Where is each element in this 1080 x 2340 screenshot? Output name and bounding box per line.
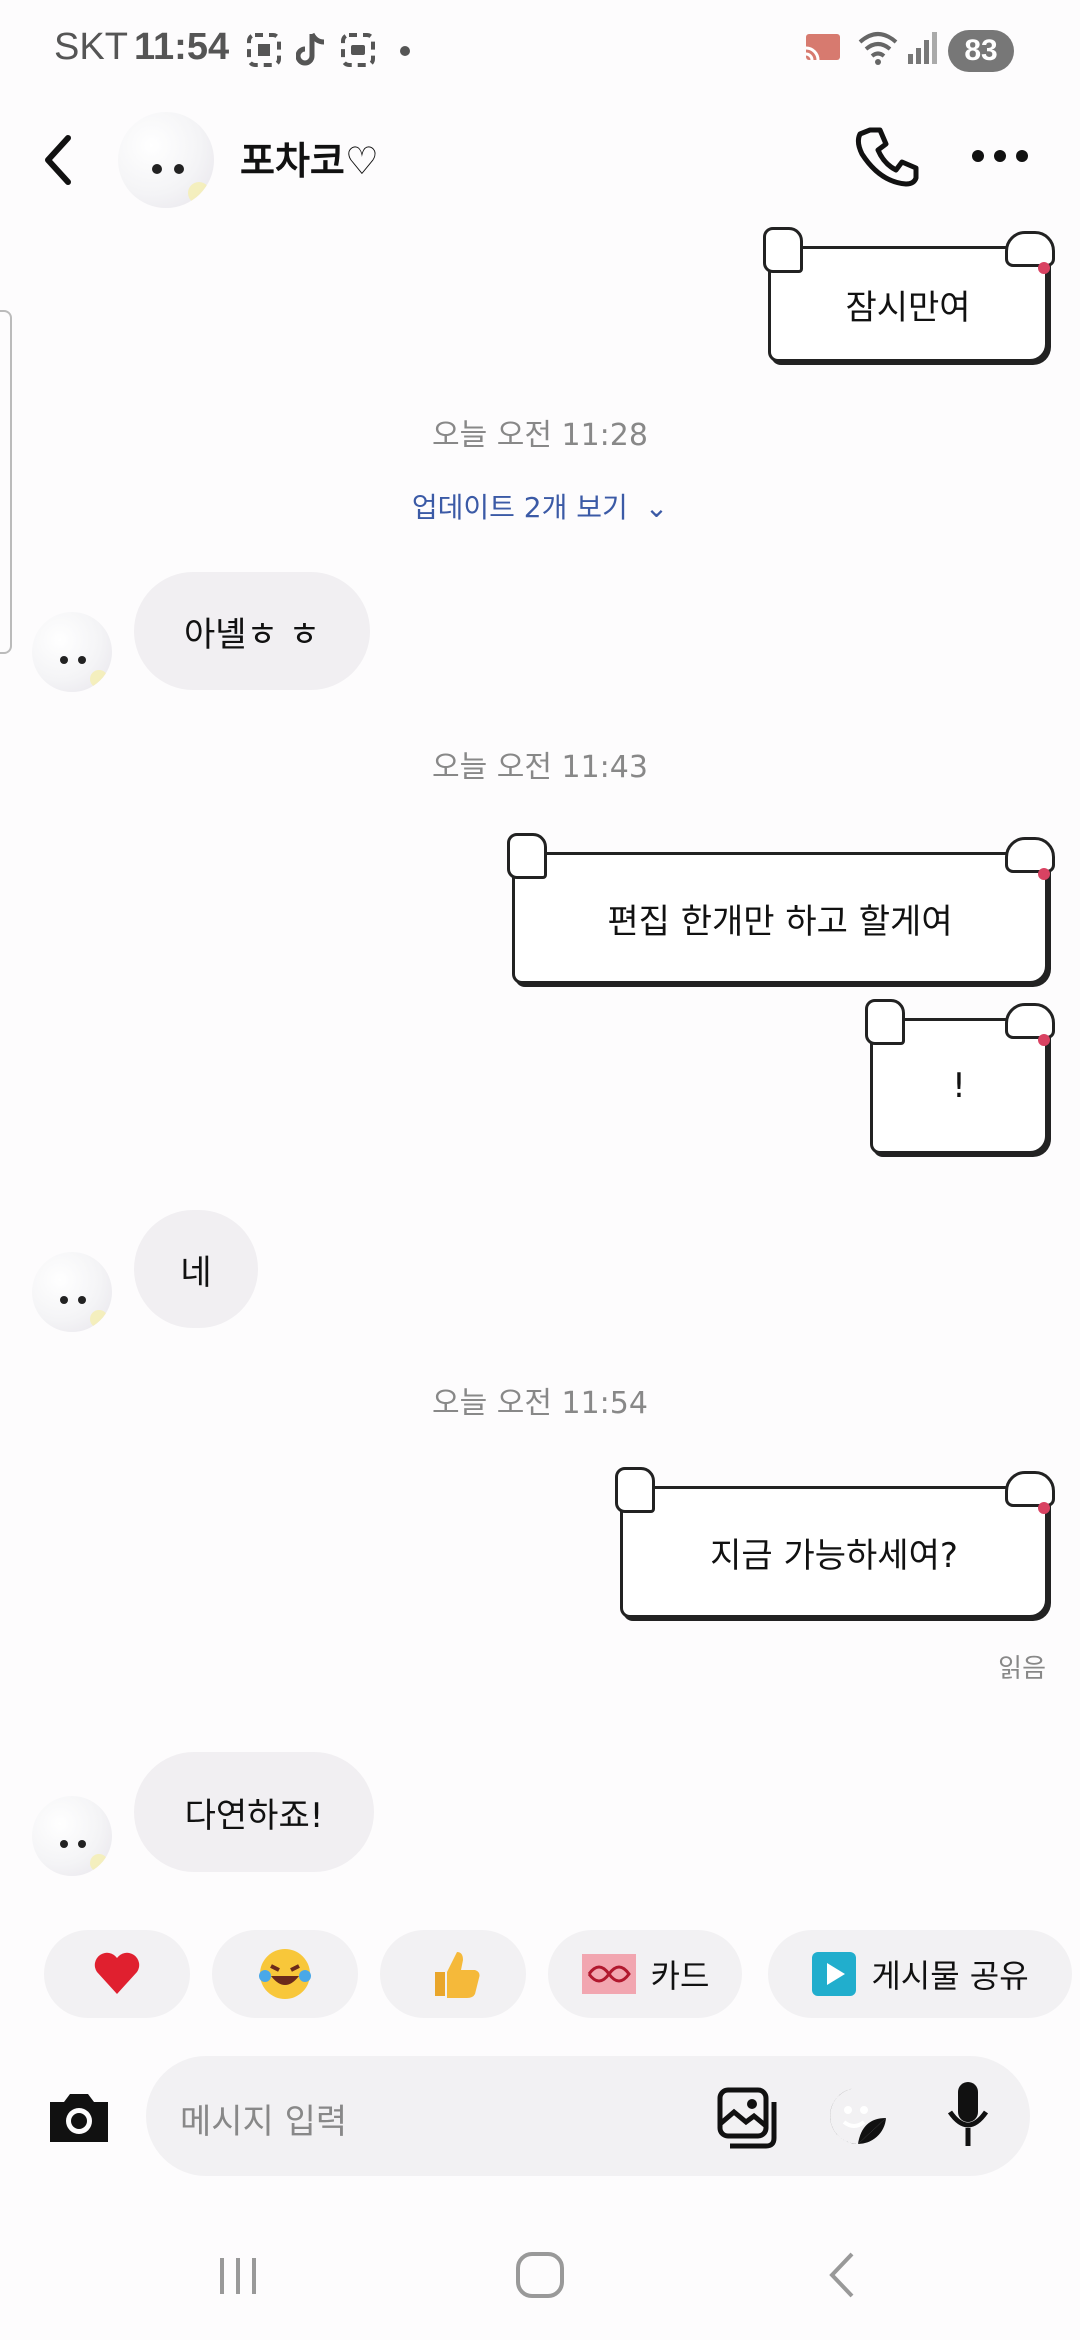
play-share-icon: [812, 1952, 857, 1996]
phone-call-icon[interactable]: [852, 122, 922, 192]
sticker-cat-icon: [1005, 1471, 1055, 1514]
timestamp: 오늘 오전 11:43: [432, 750, 648, 785]
sticker-cat-icon: [1005, 231, 1055, 274]
message-text: !: [952, 1066, 966, 1106]
read-receipt: 읽음: [998, 1654, 1046, 1684]
sticker-cat-icon: [1005, 1003, 1055, 1046]
message-input-placeholder: 메시지 입력: [180, 2102, 348, 2142]
cast-icon: [805, 34, 840, 61]
message-text: 아녤ㅎ ㅎ: [184, 614, 320, 655]
message-incoming[interactable]: 아녤ㅎ ㅎ: [134, 572, 370, 690]
screen-capture-icon: [341, 33, 375, 67]
contact-avatar-small[interactable]: [32, 1252, 112, 1332]
back-arrow-icon[interactable]: [38, 130, 78, 190]
battery-indicator: 83: [948, 30, 1014, 72]
gallery-icon[interactable]: [716, 2086, 780, 2150]
message-text: 잠시만여: [845, 287, 971, 328]
message-outgoing[interactable]: 잠시만여: [763, 227, 1055, 362]
tiktok-icon: [296, 32, 325, 66]
view-updates-link[interactable]: 업데이트 2개 보기 ⌄: [0, 486, 1080, 526]
heart-icon: [94, 1952, 140, 1994]
message-text: 편집 한개만 하고 할게여: [607, 901, 953, 942]
contact-avatar-small[interactable]: [32, 612, 112, 692]
laugh-reaction-button[interactable]: [212, 1930, 358, 2018]
notification-dot-icon: [400, 46, 410, 56]
contact-name[interactable]: 포차코♡: [240, 130, 379, 185]
card-label: 카드: [650, 1957, 710, 1995]
thumbs-up-icon: [435, 1952, 480, 1998]
message-incoming[interactable]: 네: [134, 1210, 258, 1328]
wifi-icon: [858, 32, 898, 65]
message-outgoing[interactable]: !: [865, 999, 1055, 1154]
home-button-icon[interactable]: [514, 2250, 566, 2300]
share-post-button[interactable]: 게시물 공유: [768, 1930, 1072, 2018]
more-options-icon[interactable]: [970, 148, 1030, 164]
carrier-label: SKT: [54, 26, 128, 68]
recent-apps-icon[interactable]: [214, 2250, 264, 2300]
message-incoming[interactable]: 다연하죠!: [134, 1752, 374, 1872]
message-outgoing[interactable]: 지금 가능하세여?: [615, 1467, 1055, 1618]
screen-record-icon: [247, 33, 281, 67]
contact-avatar[interactable]: [118, 112, 214, 208]
signal-icon: [908, 32, 937, 64]
message-outgoing[interactable]: 편집 한개만 하고 할게여: [507, 833, 1055, 984]
message-text: 지금 가능하세여?: [710, 1535, 958, 1576]
gift-card-icon: [581, 1954, 636, 1994]
message-input[interactable]: 메시지 입력: [146, 2056, 1030, 2176]
sticker-cat-icon: [1005, 837, 1055, 880]
chat-header: 포차코♡: [0, 100, 1080, 220]
camera-icon[interactable]: [44, 2086, 114, 2148]
sticker-icon[interactable]: [826, 2084, 890, 2148]
timestamp: 오늘 오전 11:54: [432, 1386, 648, 1421]
timestamp: 오늘 오전 11:28: [432, 418, 648, 453]
heart-reaction-button[interactable]: [44, 1930, 190, 2018]
status-bar: SKT 11:54 83: [0, 0, 1080, 100]
view-updates-label: 업데이트 2개 보기: [411, 491, 628, 524]
scroll-handle[interactable]: [0, 310, 12, 654]
microphone-icon[interactable]: [946, 2078, 990, 2154]
laughing-emoji-icon: [259, 1949, 311, 1999]
card-button[interactable]: 카드: [548, 1930, 742, 2018]
system-back-icon[interactable]: [822, 2250, 862, 2300]
message-text: 네: [180, 1252, 212, 1293]
contact-avatar-small[interactable]: [32, 1796, 112, 1876]
thumbs-up-reaction-button[interactable]: [380, 1930, 526, 2018]
share-label: 게시물 공유: [871, 1957, 1029, 1995]
status-time: 11:54: [134, 26, 230, 68]
message-text: 다연하죠!: [184, 1795, 324, 1836]
chevron-down-icon: ⌄: [644, 491, 669, 524]
